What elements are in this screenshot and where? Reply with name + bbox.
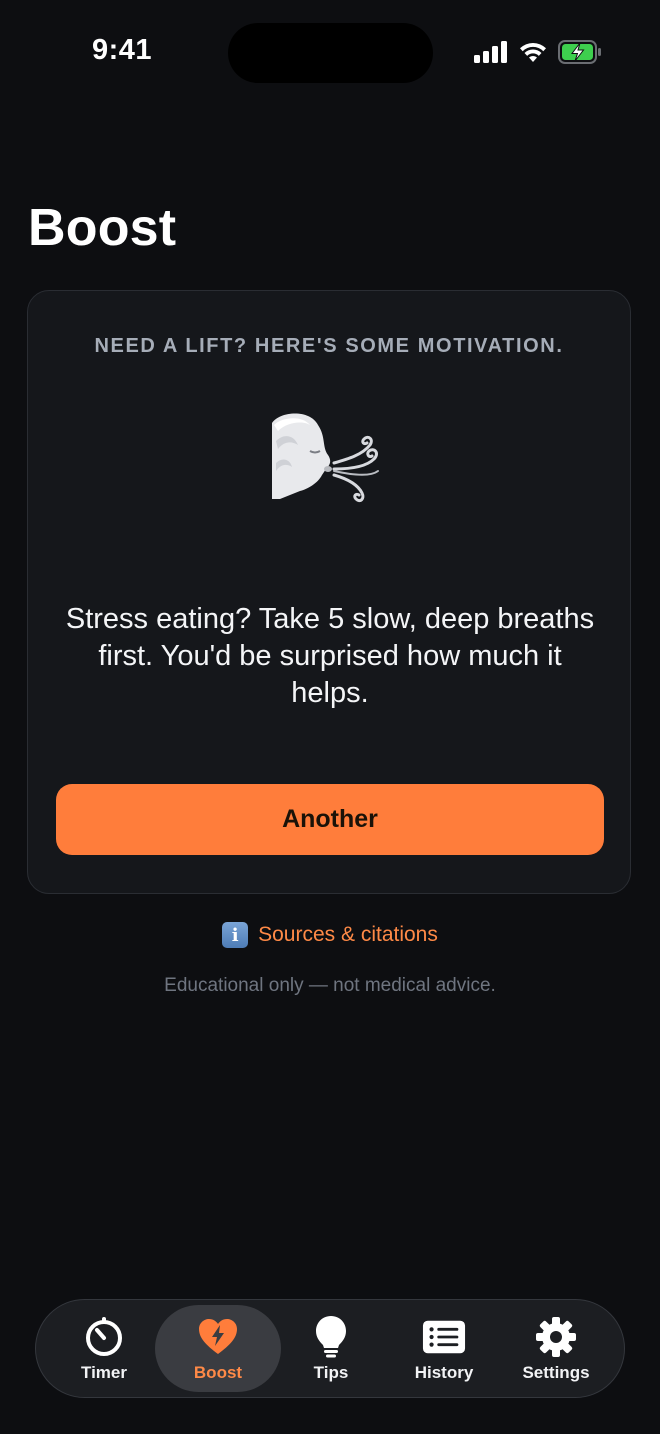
wifi-icon [518,41,548,68]
tab-label: Boost [193,1362,243,1382]
list-icon [422,1315,466,1359]
gear-icon [534,1315,578,1359]
tab-bar: Timer Boost Tips History Settings [35,1299,625,1398]
tab-timer[interactable]: Timer [50,1305,158,1392]
page-title: Boost [28,199,177,257]
face-exhaling-icon [270,411,390,521]
sources-citations-link[interactable]: i Sources & citations [0,922,660,948]
dynamic-island [228,23,433,83]
cellular-signal-icon [474,41,508,68]
motivation-card: NEED A LIFT? HERE'S SOME MOTIVATION. Str… [27,290,631,894]
disclaimer-text: Educational only — not medical advice. [164,975,496,996]
tab-tips[interactable]: Tips [278,1305,384,1392]
tab-boost[interactable]: Boost [155,1305,281,1392]
tab-label: Timer [81,1362,127,1382]
status-time: 9:41 [92,34,153,66]
sources-citations-label: Sources & citations [258,923,438,946]
heart-bolt-icon [196,1315,240,1359]
tab-label: History [414,1362,474,1382]
tab-label: Tips [313,1362,349,1382]
timer-icon [82,1315,126,1359]
card-heading: NEED A LIFT? HERE'S SOME MOTIVATION. [94,335,564,357]
status-icons [474,40,602,69]
battery-charging-icon [558,40,602,69]
lightbulb-icon [309,1315,353,1359]
status-bar: 9:41 [0,0,660,100]
tab-label: Settings [522,1362,590,1382]
tab-settings[interactable]: Settings [502,1305,610,1392]
another-button[interactable]: Another [56,784,604,855]
motivation-quote: Stress eating? Take 5 slow, deep breaths… [65,603,595,709]
tab-history[interactable]: History [386,1305,502,1392]
info-icon: i [222,922,249,948]
